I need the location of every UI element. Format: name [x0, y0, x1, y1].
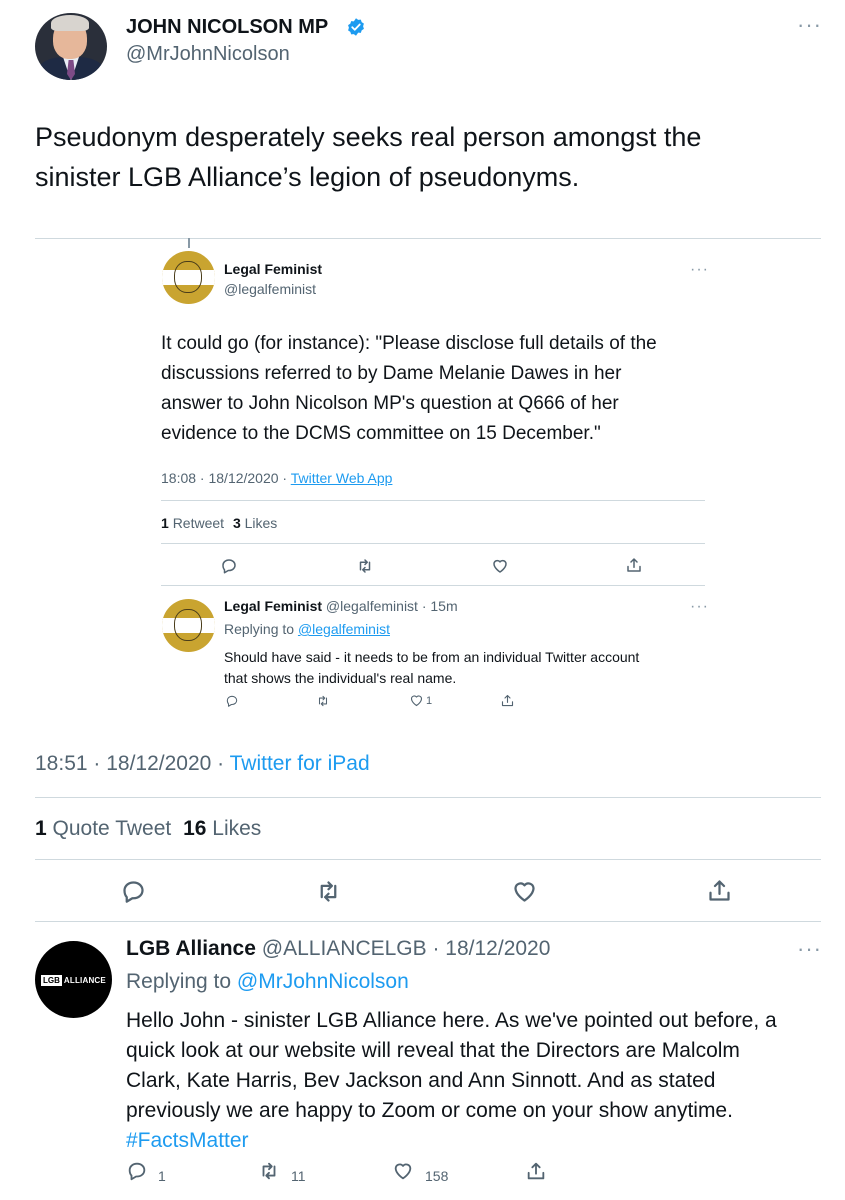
- retweet-icon[interactable]: [315, 878, 342, 905]
- lgb-replying-prefix: Replying to: [126, 970, 237, 993]
- reply-icon[interactable]: [120, 878, 147, 905]
- quoted-text-line: It could go (for instance): "Please disc…: [161, 333, 657, 354]
- retweet-icon[interactable]: [258, 1160, 280, 1182]
- author-name[interactable]: JOHN NICOLSON MP: [126, 16, 328, 39]
- divider: [35, 859, 821, 860]
- reply-handle-time: @legalfeminist · 15m: [325, 598, 458, 614]
- quoted-like-label[interactable]: Likes: [245, 515, 278, 531]
- lgb-retweet-count: 11: [291, 1168, 306, 1184]
- replying-handle-link[interactable]: @legalfeminist: [298, 621, 390, 637]
- lgb-text-line: quick look at our website will reveal th…: [126, 1039, 740, 1062]
- lgb-replying-to: Replying to @MrJohnNicolson: [126, 970, 409, 994]
- quoted-text-line: discussions referred to by Dame Melanie …: [161, 363, 622, 384]
- reply-like-count: 1: [426, 695, 433, 707]
- reply-icon[interactable]: [126, 1160, 148, 1182]
- quote-label[interactable]: Quote Tweet: [53, 817, 172, 840]
- quoted-like-count[interactable]: 3: [233, 515, 241, 531]
- lgb-logo: LGB ALLIANCE: [41, 973, 107, 987]
- lgb-logo-boxed-text: LGB: [41, 974, 62, 986]
- quoted-retweet-label[interactable]: Retweet: [173, 515, 224, 531]
- retweet-icon[interactable]: [356, 557, 374, 575]
- tweet-like-label[interactable]: Likes: [212, 817, 261, 840]
- reply-icon[interactable]: [220, 557, 238, 575]
- share-icon[interactable]: [625, 556, 643, 574]
- more-icon[interactable]: ···: [797, 14, 822, 36]
- lgb-logo-text: ALLIANCE: [63, 975, 106, 985]
- like-icon[interactable]: [511, 878, 538, 905]
- reply-avatar[interactable]: [162, 599, 215, 652]
- quoted-text-line: evidence to the DCMS committee on 15 Dec…: [161, 423, 601, 444]
- lgb-like-count: 158: [425, 1168, 449, 1184]
- lgb-name[interactable]: LGB Alliance: [126, 937, 256, 960]
- reply-text: Should have said - it needs to be from a…: [224, 647, 639, 689]
- lgb-replying-handle-link[interactable]: @MrJohnNicolson: [237, 970, 409, 993]
- replying-prefix: Replying to: [224, 621, 298, 637]
- tweet-stats: 1 Quote Tweet 16 Likes: [35, 817, 261, 841]
- verified-badge-icon: [348, 18, 364, 36]
- divider: [161, 543, 705, 544]
- reply-name[interactable]: Legal Feminist: [224, 598, 322, 614]
- lgb-text-line: Clark, Kate Harris, Bev Jackson and Ann …: [126, 1069, 716, 1092]
- retweet-icon[interactable]: [316, 694, 330, 708]
- thread-line: [188, 238, 190, 248]
- quote-count[interactable]: 1: [35, 817, 47, 840]
- tweet-text: Pseudonym desperately seeks real person …: [35, 117, 701, 197]
- like-icon[interactable]: [409, 693, 424, 708]
- tweet-like-count[interactable]: 16: [183, 817, 206, 840]
- like-icon[interactable]: [491, 557, 509, 575]
- lgb-avatar[interactable]: LGB ALLIANCE: [35, 941, 112, 1018]
- more-icon[interactable]: ···: [690, 599, 709, 615]
- more-icon[interactable]: ···: [797, 938, 822, 960]
- tweet-text-line: Pseudonym desperately seeks real person …: [35, 122, 702, 152]
- quoted-retweet-count[interactable]: 1: [161, 515, 169, 531]
- tweet-timestamp: 18:51 · 18/12/2020 · Twitter for iPad: [35, 752, 370, 776]
- quoted-text: It could go (for instance): "Please disc…: [161, 329, 657, 449]
- share-icon[interactable]: [706, 877, 733, 904]
- reply-header: Legal Feminist @legalfeminist · 15m: [224, 598, 458, 614]
- quoted-time: 18:08 · 18/12/2020 ·: [161, 470, 291, 486]
- divider: [35, 238, 821, 239]
- lgb-text-line: previously we are happy to Zoom or come …: [126, 1099, 733, 1122]
- tweet-source-link[interactable]: Twitter for iPad: [230, 752, 370, 775]
- lgb-header: LGB Alliance @ALLIANCELGB · 18/12/2020: [126, 937, 550, 961]
- reply-text-line: Should have said - it needs to be from a…: [224, 649, 640, 665]
- quoted-name[interactable]: Legal Feminist: [224, 261, 322, 277]
- tweet-time: 18:51 · 18/12/2020 ·: [35, 752, 230, 775]
- like-icon[interactable]: [392, 1160, 414, 1182]
- author-handle[interactable]: @MrJohnNicolson: [126, 43, 290, 66]
- share-icon[interactable]: [525, 1160, 547, 1182]
- reply-text-line: that shows the individual's real name.: [224, 670, 457, 686]
- divider: [161, 500, 705, 501]
- quoted-text-line: answer to John Nicolson MP's question at…: [161, 393, 619, 414]
- tweet-text-line: sinister LGB Alliance’s legion of pseudo…: [35, 162, 580, 192]
- lgb-text: Hello John - sinister LGB Alliance here.…: [126, 1006, 777, 1156]
- quoted-stats: 1 Retweet 3 Likes: [161, 515, 277, 531]
- quoted-avatar[interactable]: [162, 251, 215, 304]
- quoted-handle[interactable]: @legalfeminist: [224, 281, 316, 297]
- quoted-source-link[interactable]: Twitter Web App: [291, 470, 393, 486]
- quoted-timestamp: 18:08 · 18/12/2020 · Twitter Web App: [161, 470, 392, 486]
- lgb-text-line: Hello John - sinister LGB Alliance here.…: [126, 1009, 777, 1032]
- more-icon[interactable]: ···: [690, 262, 709, 278]
- divider: [161, 585, 705, 586]
- share-icon[interactable]: [500, 693, 515, 708]
- divider: [35, 921, 821, 922]
- hashtag-link[interactable]: #FactsMatter: [126, 1126, 777, 1156]
- author-avatar[interactable]: [35, 13, 107, 80]
- reply-icon[interactable]: [225, 694, 239, 708]
- lgb-handle-date: @ALLIANCELGB · 18/12/2020: [261, 937, 551, 960]
- divider: [35, 797, 821, 798]
- reply-replying-to: Replying to @legalfeminist: [224, 621, 390, 637]
- lgb-reply-count: 1: [158, 1168, 166, 1184]
